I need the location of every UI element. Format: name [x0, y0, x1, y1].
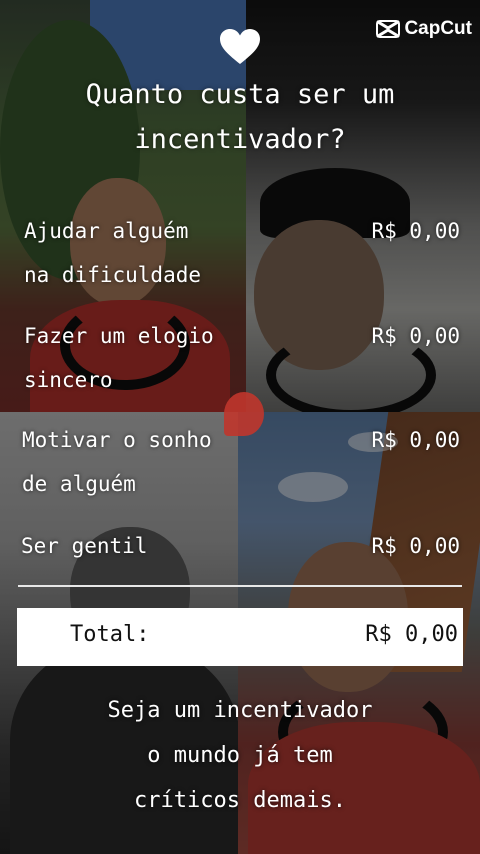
item-label-line: Ajudar alguém — [24, 219, 189, 243]
item-price-elogio: R$ 0,00 — [371, 324, 460, 348]
title-line: incentivador? — [134, 124, 346, 155]
capcut-watermark: CapCut — [376, 18, 472, 40]
footer-line: críticos demais. — [134, 788, 346, 813]
price-list-overlay: CapCut Quanto custa ser um incentivador?… — [0, 0, 480, 854]
item-label-line: na dificuldade — [24, 263, 202, 287]
item-label-line: de alguém — [22, 472, 136, 496]
item-price-ajudar: R$ 0,00 — [371, 219, 460, 243]
item-label-elogio: Fazer um elogio sincero — [24, 314, 214, 402]
item-price-sonho: R$ 0,00 — [371, 428, 460, 452]
footer-line: o mundo já tem — [147, 743, 333, 768]
capcut-watermark-text: CapCut — [404, 18, 472, 39]
item-label-line: Motivar o sonho — [22, 428, 212, 452]
item-label-line: Ser gentil — [21, 534, 148, 558]
divider — [18, 585, 462, 587]
item-price-gentil: R$ 0,00 — [371, 534, 460, 558]
footer-line: Seja um incentivador — [107, 698, 373, 723]
item-label-sonho: Motivar o sonho de alguém — [22, 418, 212, 506]
footer-message: Seja um incentivador o mundo já tem crít… — [0, 688, 480, 823]
capcut-logo-icon — [376, 20, 401, 38]
total-box: Total: R$ 0,00 — [17, 608, 463, 666]
heart-icon — [220, 29, 260, 64]
item-label-line: sincero — [24, 368, 113, 392]
title-line: Quanto custa ser um — [85, 79, 395, 110]
item-label-line: Fazer um elogio — [24, 324, 214, 348]
page-title: Quanto custa ser um incentivador? — [0, 72, 480, 162]
item-label-gentil: Ser gentil — [21, 524, 147, 568]
item-label-ajudar: Ajudar alguém na dificuldade — [24, 209, 201, 297]
total-label: Total: — [70, 622, 150, 647]
total-value: R$ 0,00 — [365, 622, 458, 647]
